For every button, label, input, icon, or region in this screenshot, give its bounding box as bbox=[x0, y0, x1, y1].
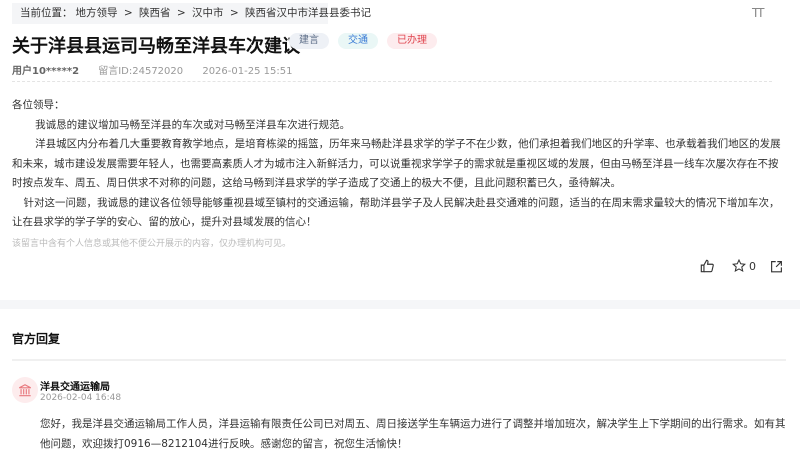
reply-time: 2026-02-04 16:48 bbox=[40, 393, 122, 403]
breadcrumb-sep: > bbox=[176, 7, 186, 19]
star-icon bbox=[732, 259, 746, 273]
like-button[interactable] bbox=[700, 259, 714, 273]
breadcrumb-label: 当前位置： bbox=[20, 7, 73, 19]
thumbs-up-icon bbox=[700, 259, 714, 273]
divider bbox=[12, 359, 786, 361]
page-title: 关于洋县县运司马畅至洋县车次建议 bbox=[12, 36, 300, 57]
privacy-note: 该留言中含有个人信息或其他不便公开展示的内容，仅办理机构可见。 bbox=[12, 238, 292, 249]
breadcrumb: 当前位置： 地方领导 > 陕西省 > 汉中市 > 陕西省汉中市洋县县委书记 bbox=[12, 3, 371, 24]
message-time: 2026-01-25 15:51 bbox=[202, 66, 293, 77]
breadcrumb-sep: > bbox=[123, 7, 133, 19]
breadcrumb-item[interactable]: 陕西省汉中市洋县县委书记 bbox=[245, 7, 371, 19]
breadcrumb-item[interactable]: 陕西省 bbox=[139, 7, 171, 19]
status-badge: 已办理 bbox=[387, 33, 437, 49]
paragraph: 洋县城区内分布着几大重要教育教学地点，是培育栋梁的摇篮，历年来马畅赴洋县求学的学… bbox=[12, 138, 781, 189]
user-name: 用户10*****2 bbox=[12, 66, 80, 77]
message-id: 留言ID:24572020 bbox=[98, 66, 184, 77]
paragraph: 针对这一问题，我诚恳的建议各位领导能够重视县域至镇村的交通运输，帮助洋县学子及人… bbox=[12, 196, 780, 229]
divider bbox=[12, 81, 772, 82]
breadcrumb-item[interactable]: 汉中市 bbox=[192, 7, 224, 19]
government-building-icon bbox=[19, 384, 31, 397]
reply-section-title: 官方回复 bbox=[12, 332, 61, 346]
breadcrumb-item[interactable]: 地方领导 bbox=[76, 7, 118, 19]
tag-domain: 交通 bbox=[338, 33, 378, 49]
breadcrumb-sep: > bbox=[229, 7, 239, 19]
favorite-count: 0 bbox=[749, 259, 756, 273]
favorite-button[interactable]: 0 bbox=[732, 259, 756, 273]
share-icon bbox=[771, 260, 782, 272]
section-separator bbox=[0, 300, 800, 309]
org-avatar bbox=[12, 377, 38, 403]
action-bar: 0 bbox=[700, 259, 783, 273]
tag-category: 建言 bbox=[289, 33, 329, 49]
message-meta: 用户10*****2 留言ID:24572020 2026-01-25 15:5… bbox=[12, 62, 308, 77]
paragraph: 我诚恳的建议增加马畅至洋县的车次或对马畅至洋县车次进行规范。 bbox=[35, 118, 351, 131]
message-body: 各位领导： 我诚恳的建议增加马畅至洋县的车次或对马畅至洋县车次进行规范。 洋县城… bbox=[12, 96, 788, 254]
share-button[interactable] bbox=[770, 260, 783, 273]
greeting: 各位领导： bbox=[12, 99, 65, 111]
reply-org-name: 洋县交通运输局 bbox=[40, 382, 110, 393]
tag-list: 建言 交通 已办理 bbox=[289, 33, 437, 49]
reply-text: 您好，我是洋县交通运输局工作人员，洋县运输有限责任公司已对周五、周日接送学生车辆… bbox=[40, 418, 786, 450]
font-size-icon[interactable]: TT bbox=[752, 6, 765, 20]
